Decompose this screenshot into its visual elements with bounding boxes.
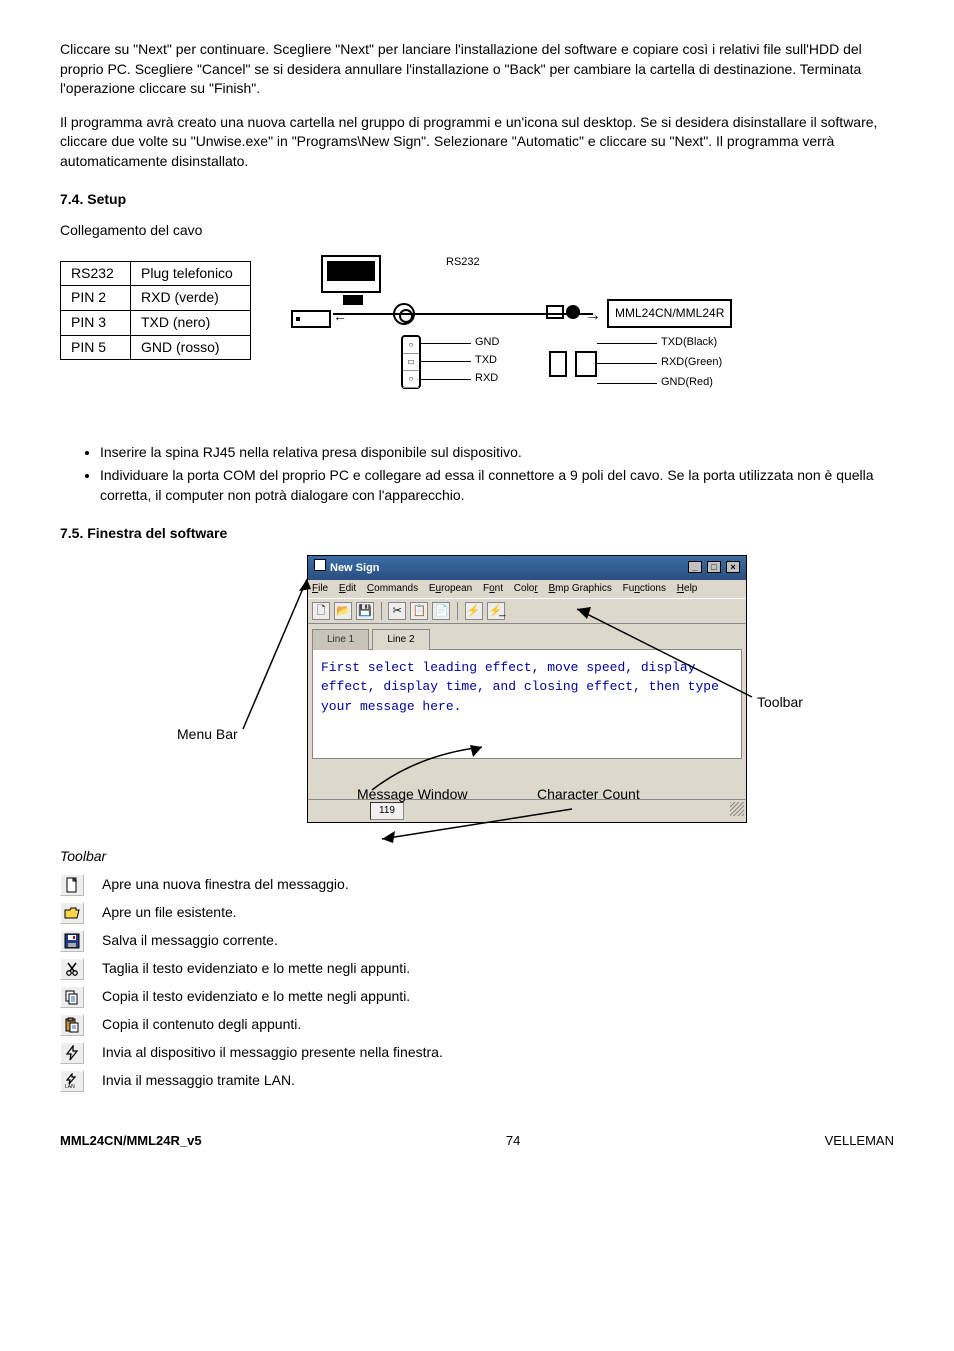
- cable-diagram: ← RS232 → MML24CN/MML24R ○▭○ GND TXD RXD…: [281, 255, 781, 425]
- resize-grip-icon[interactable]: [730, 802, 744, 816]
- annotation-toolbar: Toolbar: [757, 693, 803, 713]
- save-icon: [60, 930, 84, 952]
- software-heading: 7.5. Finestra del software: [60, 524, 894, 544]
- toolbar-desc: Copia il testo evidenziato e lo mette ne…: [102, 987, 410, 1007]
- open-icon[interactable]: 📂: [334, 602, 352, 620]
- db9-icon: [549, 351, 567, 377]
- toolbar-desc: Invia al dispositivo il messaggio presen…: [102, 1043, 443, 1063]
- toolbar-descriptions: Apre una nuova finestra del messaggio. A…: [60, 874, 894, 1092]
- toolbar-desc: Taglia il testo evidenziato e lo mette n…: [102, 959, 410, 979]
- cut-icon: [60, 958, 84, 980]
- table-row: PIN 3TXD (nero): [61, 310, 251, 335]
- new-icon: [60, 874, 84, 896]
- plug-icon: [393, 303, 415, 325]
- send-icon[interactable]: ⚡: [465, 602, 483, 620]
- rs232-label: RS232: [446, 255, 480, 270]
- txd-black-label: TXD(Black): [661, 335, 717, 350]
- toolbar: 🗋 📂 💾 ✂ 📋 📄 ⚡ ⚡̲: [308, 598, 746, 624]
- paste-icon: [60, 1014, 84, 1036]
- menu-file[interactable]: File: [312, 583, 328, 594]
- tab-line1[interactable]: Line 1: [312, 629, 369, 650]
- annotation-menu-bar: Menu Bar: [177, 725, 238, 745]
- toolbar-desc: Apre un file esistente.: [102, 903, 237, 923]
- menu-help[interactable]: Help: [677, 583, 698, 594]
- monitor-icon: [321, 255, 381, 293]
- cut-icon[interactable]: ✂: [388, 602, 406, 620]
- menu-color[interactable]: Color: [514, 583, 538, 594]
- toolbar-row: Salva il messaggio corrente.: [60, 930, 894, 952]
- menu-functions[interactable]: Functions: [623, 583, 666, 594]
- instruction-list: Inserire la spina RJ45 nella relativa pr…: [60, 443, 894, 506]
- rxd-label: RXD: [475, 371, 498, 386]
- message-window[interactable]: First select leading effect, move speed,…: [312, 649, 742, 759]
- list-item: Inserire la spina RJ45 nella relativa pr…: [100, 443, 894, 463]
- paste-icon[interactable]: 📄: [432, 602, 450, 620]
- page-footer: MML24CN/MML24R_v5 74 VELLEMAN: [60, 1132, 894, 1150]
- setup-heading: 7.4. Setup: [60, 190, 894, 210]
- open-icon: [60, 902, 84, 924]
- toolbar-desc: Apre una nuova finestra del messaggio.: [102, 875, 349, 895]
- copy-icon: [60, 986, 84, 1008]
- toolbar-desc: Copia il contenuto degli appunti.: [102, 1015, 301, 1035]
- menu-edit[interactable]: Edit: [339, 583, 356, 594]
- pc-box-icon: [291, 310, 331, 328]
- new-icon[interactable]: 🗋: [312, 602, 330, 620]
- toolbar-desc: Salva il messaggio corrente.: [102, 931, 278, 951]
- gnd-red-label: GND(Red): [661, 375, 713, 390]
- device-label: MML24CN/MML24R: [607, 299, 732, 328]
- menu-font[interactable]: Font: [483, 583, 503, 594]
- menu-bmp[interactable]: Bmp Graphics: [549, 583, 612, 594]
- footer-left: MML24CN/MML24R_v5: [60, 1132, 202, 1150]
- cable-intro: Collegamento del cavo: [60, 221, 894, 241]
- toolbar-row: LAN Invia il messaggio tramite LAN.: [60, 1070, 894, 1092]
- close-button[interactable]: ×: [726, 561, 740, 573]
- line-tabs: Line 1 Line 2: [308, 624, 746, 649]
- db9-icon: [575, 351, 597, 377]
- software-window: New Sign _ □ × File Edit Commands Europe…: [307, 555, 747, 822]
- lan-send-icon[interactable]: ⚡̲: [487, 602, 505, 620]
- connector-icon: [546, 305, 564, 319]
- toolbar-row: Copia il contenuto degli appunti.: [60, 1014, 894, 1036]
- toolbar-row: Taglia il testo evidenziato e lo mette n…: [60, 958, 894, 980]
- lan-send-icon: LAN: [60, 1070, 84, 1092]
- connector-icon: [566, 305, 580, 319]
- rj45-icon: ○▭○: [401, 335, 421, 389]
- intro-paragraph-2: Il programma avrà creato una nuova carte…: [60, 113, 894, 172]
- send-icon: [60, 1042, 84, 1064]
- save-icon[interactable]: 💾: [356, 602, 374, 620]
- toolbar-row: Apre un file esistente.: [60, 902, 894, 924]
- rxd-green-label: RXD(Green): [661, 355, 722, 370]
- gnd-label: GND: [475, 335, 499, 350]
- table-row: RS232Plug telefonico: [61, 261, 251, 286]
- toolbar-desc: Invia il messaggio tramite LAN.: [102, 1071, 295, 1091]
- txd-label: TXD: [475, 353, 497, 368]
- tab-line2[interactable]: Line 2: [372, 629, 429, 650]
- window-title: New Sign: [330, 562, 380, 574]
- menu-bar[interactable]: File Edit Commands European Font Color B…: [308, 580, 746, 598]
- table-row: PIN 2RXD (verde): [61, 286, 251, 311]
- menu-commands[interactable]: Commands: [367, 583, 418, 594]
- copy-icon[interactable]: 📋: [410, 602, 428, 620]
- software-figure: New Sign _ □ × File Edit Commands Europe…: [137, 555, 817, 822]
- toolbar-row: Copia il testo evidenziato e lo mette ne…: [60, 986, 894, 1008]
- toolbar-row: Invia al dispositivo il messaggio presen…: [60, 1042, 894, 1064]
- menu-european[interactable]: European: [429, 583, 472, 594]
- pin-table: RS232Plug telefonico PIN 2RXD (verde) PI…: [60, 261, 251, 360]
- minimize-button[interactable]: _: [688, 561, 702, 573]
- table-row: PIN 5GND (rosso): [61, 335, 251, 360]
- list-item: Individuare la porta COM del proprio PC …: [100, 466, 894, 505]
- footer-right: VELLEMAN: [825, 1132, 894, 1150]
- annotation-message-window: Message Window: [357, 785, 468, 805]
- toolbar-subheading: Toolbar: [60, 847, 894, 867]
- annotation-character-count: Character Count: [537, 785, 640, 805]
- maximize-button[interactable]: □: [707, 561, 721, 573]
- intro-paragraph-1: Cliccare su "Next" per continuare. Scegl…: [60, 40, 894, 99]
- footer-page-number: 74: [506, 1132, 520, 1150]
- window-titlebar: New Sign _ □ ×: [308, 556, 746, 579]
- toolbar-row: Apre una nuova finestra del messaggio.: [60, 874, 894, 896]
- arrow-icon: [237, 579, 317, 739]
- svg-text:LAN: LAN: [65, 1084, 75, 1089]
